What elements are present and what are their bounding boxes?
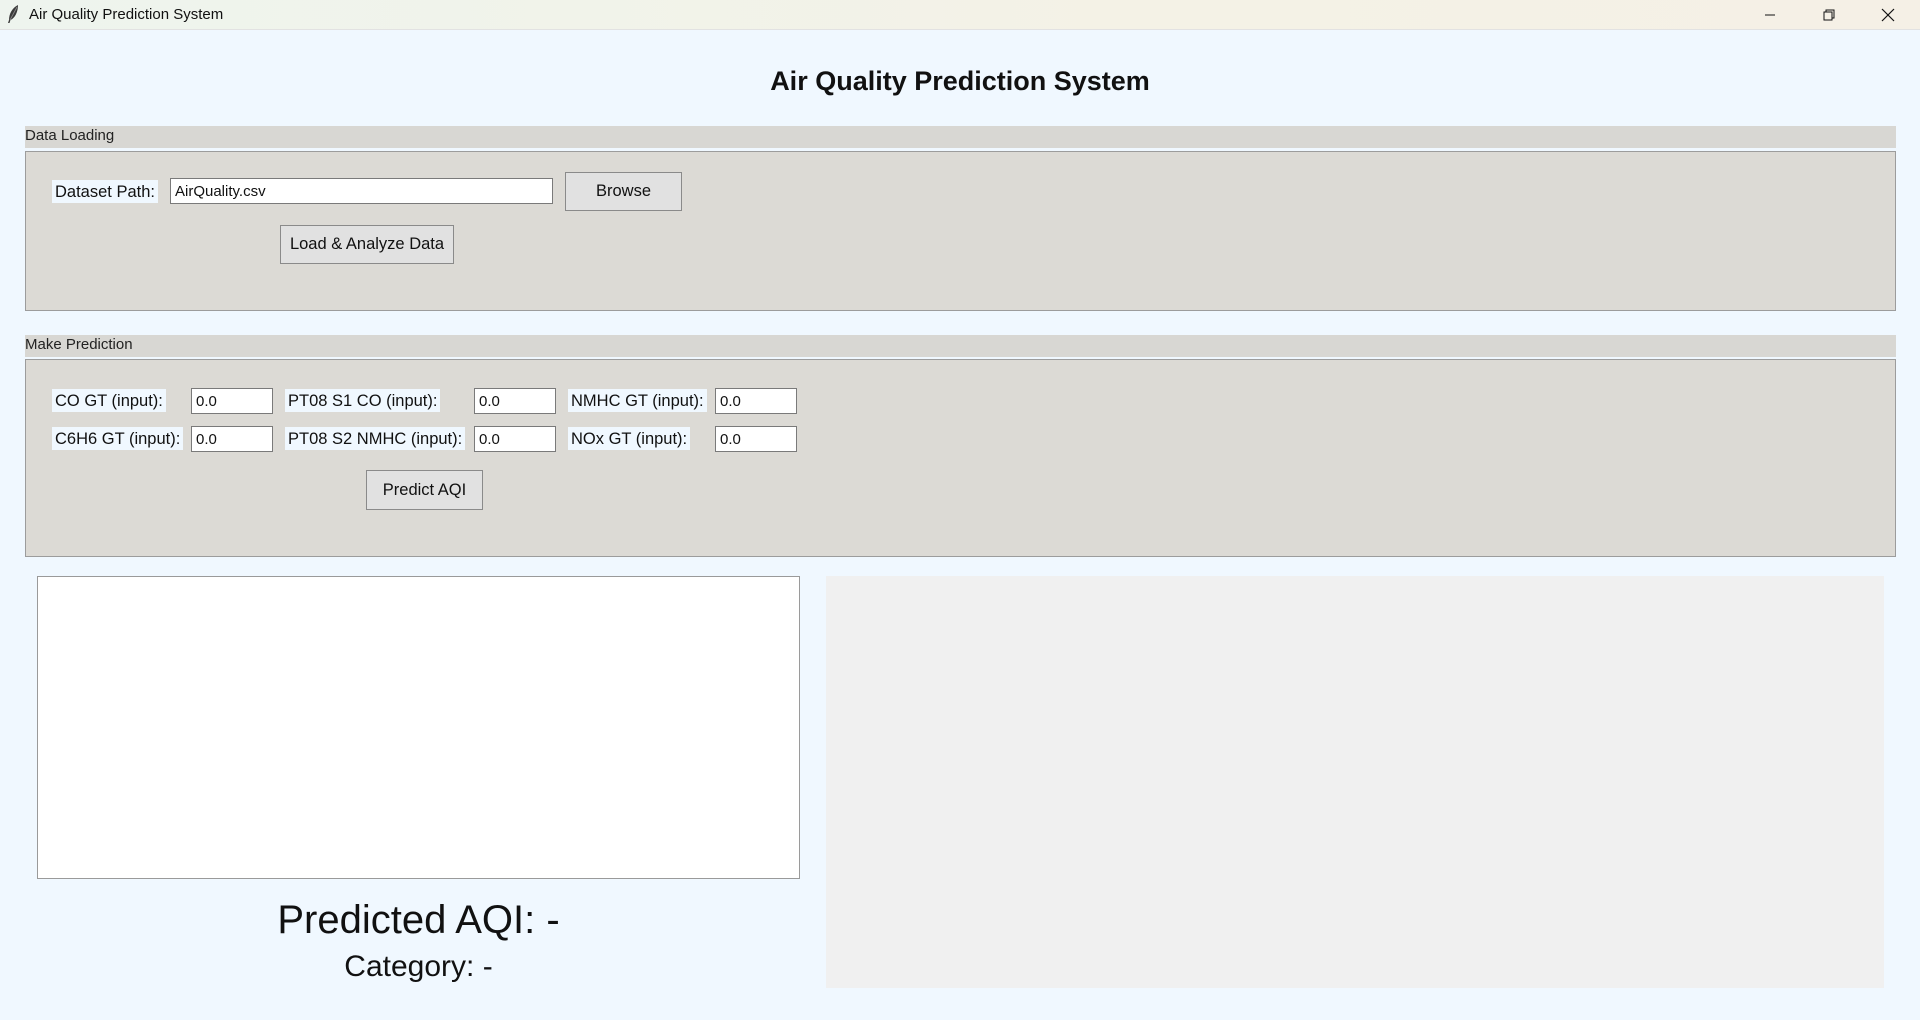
close-icon [1881,8,1895,21]
browse-button[interactable]: Browse [565,172,682,211]
co-gt-input[interactable] [191,388,273,414]
load-analyze-button[interactable]: Load & Analyze Data [280,225,454,264]
close-button[interactable] [1860,0,1916,29]
pt08-s1-co-label: PT08 S1 CO (input): [285,389,441,412]
restore-icon [1823,9,1835,20]
window-titlebar: Air Quality Prediction System [0,0,1920,30]
make-prediction-title: Make Prediction [25,336,133,353]
predict-aqi-button[interactable]: Predict AQI [366,470,483,510]
pt08-s2-nmhc-input[interactable] [474,426,556,452]
dataset-path-label: Dataset Path: [52,180,158,203]
make-prediction-header [25,335,1896,357]
window-title: Air Quality Prediction System [29,6,224,23]
data-loading-title: Data Loading [25,127,115,144]
c6h6-gt-label: C6H6 GT (input): [52,427,184,450]
nox-gt-label: NOx GT (input): [568,427,691,450]
page-title: Air Quality Prediction System [770,66,1150,96]
pt08-s2-nmhc-label: PT08 S2 NMHC (input): [285,427,466,450]
pt08-s1-co-input[interactable] [474,388,556,414]
dataset-path-input[interactable] [170,178,553,204]
feather-icon [8,5,18,23]
data-loading-header [25,126,1896,148]
results-text-area[interactable] [37,576,800,879]
co-gt-label: CO GT (input): [52,389,166,412]
nox-gt-input[interactable] [715,426,797,452]
minimize-button[interactable] [1742,0,1798,29]
aqi-category-text: Category: - [344,950,493,983]
c6h6-gt-input[interactable] [191,426,273,452]
restore-button[interactable] [1801,0,1857,29]
plot-canvas-area [826,576,1884,988]
nmhc-gt-label: NMHC GT (input): [568,389,707,412]
predicted-aqi-text: Predicted AQI: - [277,898,560,942]
nmhc-gt-input[interactable] [715,388,797,414]
minimize-icon [1765,14,1775,15]
